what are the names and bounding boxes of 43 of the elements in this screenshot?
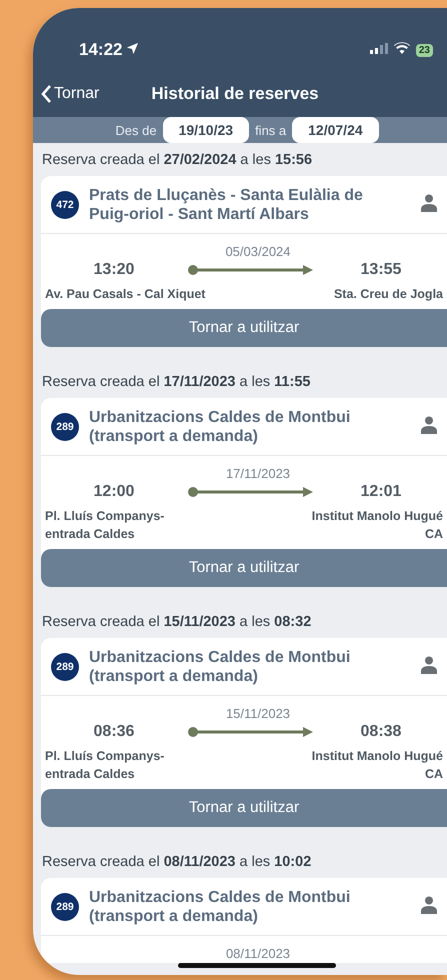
to-label: fins a [255,122,286,138]
reservation-created-text: Reserva creada el 08/11/2023 a les 10:02 [41,853,312,872]
date-field[interactable]: 19/10/23 [162,117,250,143]
screen-title: Historial de reserves [151,84,319,104]
arrival-time: 13:55 [360,261,402,279]
trip-date: 17/11/2023 [224,465,292,483]
reuse-button[interactable]: Tornar a utilitzar [41,789,447,827]
origin-stop: Pl. Lluís Companys- entrada Caldes [45,748,164,783]
trip-date: 08/11/2023 [224,945,292,963]
departure-time: 13:20 [92,261,136,279]
arrival-time: 12:01 [360,483,402,501]
battery-level: 23 [416,44,433,56]
origin-stop: Pl. Lluís Companys- entrada Caldes [45,508,164,543]
departure-time: 12:00 [92,483,136,501]
route-arrow-icon [187,486,315,498]
reservation-created-text: Reserva creada el 17/11/2023 a les 11:55 [41,373,312,392]
trip-date: 05/03/2024 [224,243,292,261]
reuse-button[interactable]: Tornar a utilitzar [41,549,447,587]
destination-stop: Institut Manolo Hugué CA [312,748,443,783]
reservation-created-text: Reserva creada el 15/11/2023 a les 08:32 [41,613,312,632]
line-number-badge: 289 [51,413,79,441]
route-arrow-icon [187,264,315,276]
destination-stop: Institut Manolo Hugué CA [312,508,443,543]
status-time: 14:22 [79,40,122,60]
route-arrow-icon [187,726,315,738]
destination-stop: Sta. Creu de Jogla [334,286,443,303]
from-label: Des de [115,122,157,138]
line-number-badge: 289 [51,893,79,921]
route-name: Urbanitzacions Caldes de Montbui (transport a demanda) [89,888,352,926]
reservation-created-text: Reserva creada el 27/02/2024 a les 15:56 [41,151,314,170]
route-name: Urbanitzacions Caldes de Montbui (transport a demanda) [89,648,352,686]
date-field[interactable]: 12/07/24 [292,117,379,143]
route-name: Prats de Lluçanès - Santa Eulàlia de Puig-oriol - Sant Martí Albars [89,186,364,224]
back-button[interactable]: Tornar [41,85,100,103]
departure-time: 08:36 [92,723,136,741]
arrival-time: 08:38 [360,723,402,741]
origin-stop: Av. Pau Casals - Cal Xiquet [45,286,206,303]
line-number-badge: 289 [51,653,79,681]
line-number-badge: 472 [51,191,79,219]
chevron-left-icon [41,85,52,103]
route-name: Urbanitzacions Caldes de Montbui (transport a demanda) [89,408,352,446]
trip-date: 15/11/2023 [224,705,292,723]
reuse-button[interactable]: Tornar a utilitzar [41,309,447,347]
